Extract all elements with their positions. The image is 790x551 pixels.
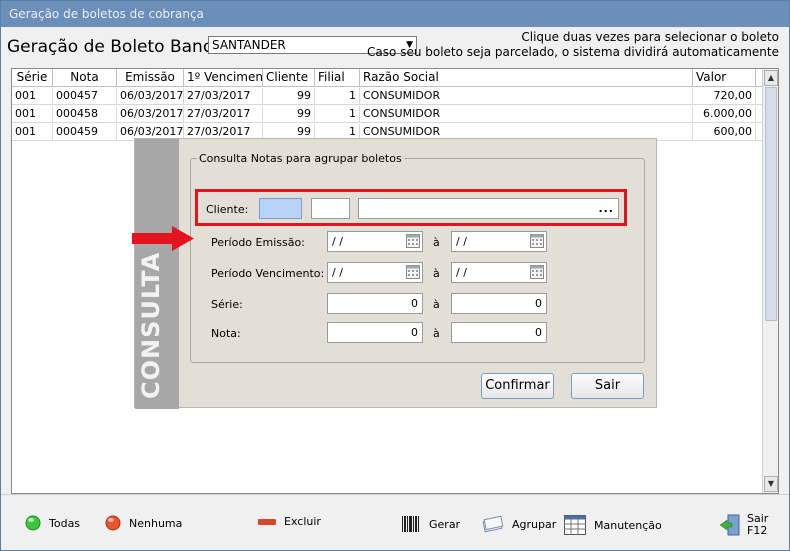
- manutencao-button[interactable]: Manutenção: [564, 515, 662, 535]
- col-valor[interactable]: Valor: [693, 69, 756, 87]
- col-emissao[interactable]: Emissão: [117, 69, 184, 87]
- sair-key-label: F12: [747, 524, 768, 537]
- barcode-icon: [402, 516, 419, 532]
- cell-vencimento: 27/03/2017: [184, 106, 263, 123]
- exit-door-icon: [719, 514, 740, 536]
- todas-button[interactable]: Todas: [25, 515, 80, 531]
- table-grid-icon: [564, 515, 586, 535]
- gerar-label: Gerar: [429, 517, 461, 531]
- hint-select: Clique duas vezes para selecionar o bole…: [521, 30, 779, 44]
- calendar-icon[interactable]: [406, 234, 420, 248]
- vertical-scrollbar[interactable]: ▲ ▼: [762, 69, 778, 493]
- cell-razao-social: CONSUMIDOR: [360, 88, 693, 105]
- scroll-thumb[interactable]: [765, 87, 777, 321]
- emissao-from-input[interactable]: / /: [327, 231, 423, 252]
- cell-nota: 000459: [53, 124, 117, 141]
- manutencao-label: Manutenção: [594, 518, 662, 532]
- col-cliente[interactable]: Cliente: [263, 69, 315, 87]
- header: Geração de Boleto Bancário SANTANDER ▼ C…: [1, 27, 789, 67]
- nenhuma-label: Nenhuma: [129, 516, 183, 530]
- cell-nota: 000458: [53, 106, 117, 123]
- hint-installments: Caso seu boleto seja parcelado, o sistem…: [367, 45, 779, 59]
- a-separator: à: [433, 327, 440, 340]
- lookup-dots-icon[interactable]: ...: [598, 199, 614, 218]
- consulta-side-label: CONSULTA: [137, 251, 165, 399]
- sair-text: Sair F12: [747, 513, 768, 537]
- gerar-button[interactable]: Gerar: [401, 515, 460, 533]
- calendar-icon[interactable]: [406, 265, 420, 279]
- a-separator: à: [433, 298, 440, 311]
- cell-cliente: 99: [263, 106, 315, 123]
- cell-valor: 720,00: [693, 88, 756, 105]
- group-title: Consulta Notas para agrupar boletos: [197, 152, 404, 165]
- cell-vencimento: 27/03/2017: [184, 88, 263, 105]
- sair-button[interactable]: Sair F12: [719, 513, 768, 537]
- a-separator: à: [433, 267, 440, 280]
- cell-filial: 1: [315, 88, 360, 105]
- cell-serie: 001: [12, 124, 53, 141]
- red-arrow-icon: [132, 226, 194, 251]
- col-razao-social[interactable]: Razão Social: [360, 69, 693, 87]
- a-separator: à: [433, 236, 440, 249]
- serie-to-input[interactable]: 0: [451, 293, 547, 314]
- nenhuma-button[interactable]: Nenhuma: [105, 515, 182, 531]
- emissao-to-input[interactable]: / /: [451, 231, 547, 252]
- col-serie[interactable]: Série: [12, 69, 53, 87]
- col-vencimento[interactable]: 1º Vencimento: [184, 69, 263, 87]
- col-nota[interactable]: Nota: [53, 69, 117, 87]
- agrupar-button[interactable]: Agrupar: [482, 515, 556, 533]
- vencimento-from-value: / /: [332, 266, 343, 279]
- cell-serie: 001: [12, 88, 53, 105]
- table-header: Série Nota Emissão 1º Vencimento Cliente…: [12, 69, 762, 87]
- scroll-down-icon[interactable]: ▼: [764, 476, 778, 492]
- side-strip: CONSULTA: [135, 139, 179, 409]
- minus-bar-icon: [258, 518, 276, 525]
- cell-valor: 600,00: [693, 124, 756, 141]
- group-tickets-icon: [482, 515, 504, 533]
- consulta-dialog: CONSULTA Consulta Notas para agrupar bol…: [134, 138, 657, 409]
- nota-to-input[interactable]: 0: [451, 322, 547, 343]
- cell-cliente: 99: [263, 88, 315, 105]
- table-row[interactable]: 001 000458 06/03/2017 27/03/2017 99 1 CO…: [12, 106, 762, 123]
- calendar-icon[interactable]: [530, 234, 544, 248]
- col-filial[interactable]: Filial: [315, 69, 360, 87]
- serie-label: Série:: [211, 298, 243, 311]
- red-circle-icon: [105, 515, 121, 531]
- nota-label: Nota:: [211, 327, 241, 340]
- vencimento-from-input[interactable]: / /: [327, 262, 423, 283]
- window-title: Geração de boletos de cobrança: [1, 1, 789, 27]
- bank-select-value: SANTANDER: [212, 38, 286, 52]
- table-row[interactable]: 001 000457 06/03/2017 27/03/2017 99 1 CO…: [12, 88, 762, 105]
- confirm-button[interactable]: Confirmar: [481, 373, 554, 399]
- cliente-label: Cliente:: [206, 203, 249, 216]
- bottom-toolbar: Todas Nenhuma Excluir Gerar Agrupar Manu…: [1, 494, 789, 550]
- calendar-icon[interactable]: [530, 265, 544, 279]
- cell-serie: 001: [12, 106, 53, 123]
- serie-from-input[interactable]: 0: [327, 293, 423, 314]
- vencimento-to-value: / /: [456, 266, 467, 279]
- excluir-label: Excluir: [284, 515, 321, 528]
- scroll-up-icon[interactable]: ▲: [764, 70, 778, 86]
- todas-label: Todas: [49, 516, 81, 530]
- cell-valor: 6.000,00: [693, 106, 756, 123]
- cell-nota: 000457: [53, 88, 117, 105]
- main-window: Geração de boletos de cobrança Geração d…: [0, 0, 790, 551]
- emissao-to-value: / /: [456, 235, 467, 248]
- cell-emissao: 06/03/2017: [117, 88, 184, 105]
- cliente-name-input[interactable]: ...: [358, 198, 619, 219]
- green-circle-icon: [25, 515, 41, 531]
- cell-filial: 1: [315, 106, 360, 123]
- cliente-code-input[interactable]: [259, 198, 302, 219]
- nota-from-input[interactable]: 0: [327, 322, 423, 343]
- periodo-vencimento-label: Período Vencimento:: [211, 267, 325, 280]
- cliente-filial-input[interactable]: [311, 198, 350, 219]
- cell-emissao: 06/03/2017: [117, 106, 184, 123]
- excluir-button[interactable]: Excluir: [258, 515, 321, 528]
- agrupar-label: Agrupar: [512, 517, 557, 531]
- vencimento-to-input[interactable]: / /: [451, 262, 547, 283]
- emissao-from-value: / /: [332, 235, 343, 248]
- exit-dialog-button[interactable]: Sair: [571, 373, 644, 399]
- cell-razao-social: CONSUMIDOR: [360, 106, 693, 123]
- periodo-emissao-label: Período Emissão:: [211, 236, 305, 249]
